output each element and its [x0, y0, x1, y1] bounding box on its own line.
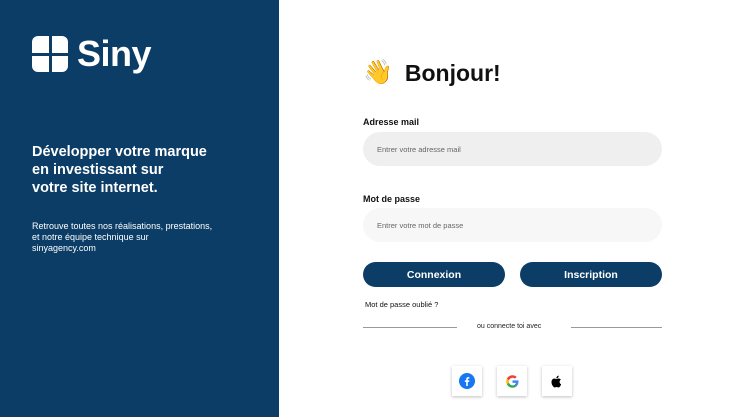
email-input[interactable]	[363, 132, 662, 166]
password-label: Mot de passe	[363, 194, 421, 204]
social-divider-text: ou connecte toi avec	[477, 323, 542, 330]
facebook-icon	[459, 373, 475, 389]
password-input[interactable]	[363, 208, 662, 242]
brand-name: Siny	[77, 33, 152, 74]
brand-logo: Siny	[32, 33, 152, 74]
brand-description: Retrouve toutes nos réalisations, presta…	[32, 221, 213, 253]
apple-login-button[interactable]	[542, 366, 572, 396]
facebook-login-button[interactable]	[452, 366, 482, 396]
greeting-title: Bonjour!	[404, 59, 501, 86]
login-panel: 👋 Bonjour! Adresse mail Mot de passe Con…	[279, 0, 745, 417]
siny-logo-icon	[32, 36, 68, 72]
brand-headline: Développer votre marque en investissant …	[32, 144, 207, 196]
waving-hand-icon: 👋	[363, 59, 393, 86]
greeting: 👋 Bonjour!	[363, 58, 501, 88]
forgot-password-link[interactable]: Mot de passe oublié ?	[365, 300, 438, 309]
apple-icon	[551, 375, 562, 387]
login-button[interactable]: Connexion	[363, 262, 505, 287]
google-login-button[interactable]	[497, 366, 527, 396]
brand-panel: Siny Développer votre marque en investis…	[0, 0, 279, 417]
email-label: Adresse mail	[363, 117, 420, 127]
divider-left	[363, 327, 457, 328]
divider-right	[571, 327, 662, 328]
google-icon	[505, 374, 518, 388]
signup-button[interactable]: Inscription	[520, 262, 662, 287]
